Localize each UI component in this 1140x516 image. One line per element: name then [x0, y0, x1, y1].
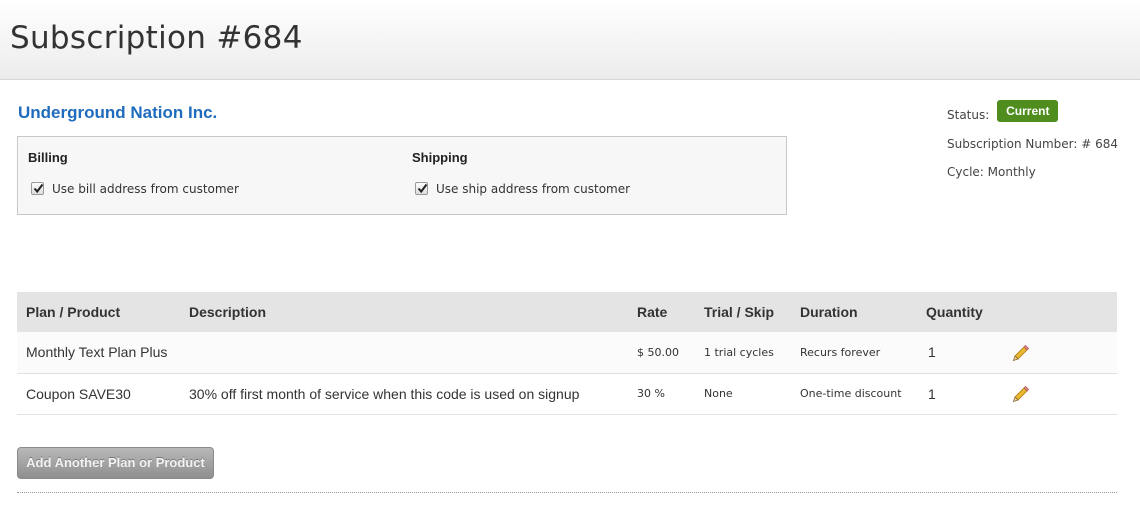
- status-label: Status:: [947, 108, 990, 122]
- billing-cycle: Cycle: Monthly: [947, 165, 1036, 179]
- plan-cell: Coupon SAVE30: [17, 373, 189, 415]
- pencil-icon[interactable]: [1012, 344, 1030, 365]
- rate-cell: 30 %: [637, 373, 704, 415]
- shipping-heading: Shipping: [412, 150, 468, 165]
- column-header-actions: [1012, 292, 1117, 332]
- edit-cell: [1012, 332, 1117, 374]
- divider: [17, 492, 1117, 493]
- pencil-icon[interactable]: [1012, 385, 1030, 406]
- rate-cell: $ 50.00: [637, 332, 704, 374]
- column-header-rate: Rate: [637, 292, 704, 332]
- edit-cell: [1012, 373, 1117, 415]
- customer-name-link[interactable]: Underground Nation Inc.: [18, 103, 217, 123]
- page-header: Subscription #684: [0, 0, 1140, 80]
- column-header-description: Description: [189, 292, 637, 332]
- status-row: Status: Current: [947, 100, 1059, 126]
- description-cell: 30% off first month of service when this…: [189, 373, 637, 415]
- shipping-checkbox-row: Use ship address from customer: [415, 178, 630, 197]
- address-box: Billing Use bill address from customer S…: [17, 136, 787, 215]
- column-header-trial: Trial / Skip: [704, 292, 800, 332]
- shipping-use-customer-checkbox[interactable]: [415, 182, 428, 195]
- table-row: Monthly Text Plan Plus $ 50.00 1 trial c…: [17, 332, 1117, 374]
- column-header-quantity: Quantity: [926, 292, 1012, 332]
- column-header-plan: Plan / Product: [17, 292, 189, 332]
- shipping-checkbox-label: Use ship address from customer: [436, 181, 631, 196]
- page-title: Subscription #684: [10, 20, 303, 56]
- add-plan-button[interactable]: Add Another Plan or Product: [17, 447, 214, 479]
- description-cell: [189, 332, 637, 374]
- plan-cell: Monthly Text Plan Plus: [17, 332, 189, 374]
- table-row: Coupon SAVE30 30% off first month of ser…: [17, 373, 1117, 415]
- duration-cell: Recurs forever: [800, 332, 926, 374]
- duration-cell: One-time discount: [800, 373, 926, 415]
- quantity-cell: 1: [926, 373, 1012, 415]
- column-header-duration: Duration: [800, 292, 926, 332]
- billing-heading: Billing: [28, 150, 68, 165]
- table-header-row: Plan / Product Description Rate Trial / …: [17, 292, 1117, 332]
- quantity-cell: 1: [926, 332, 1012, 374]
- check-icon: [417, 183, 428, 194]
- plans-table: Plan / Product Description Rate Trial / …: [17, 292, 1117, 415]
- billing-checkbox-row: Use bill address from customer: [31, 178, 239, 197]
- check-icon: [33, 183, 44, 194]
- status-badge: Current: [997, 100, 1059, 122]
- subscription-number: Subscription Number: # 684: [947, 137, 1118, 151]
- billing-checkbox-label: Use bill address from customer: [52, 181, 239, 196]
- trial-cell: 1 trial cycles: [704, 332, 800, 374]
- trial-cell: None: [704, 373, 800, 415]
- billing-use-customer-checkbox[interactable]: [31, 182, 44, 195]
